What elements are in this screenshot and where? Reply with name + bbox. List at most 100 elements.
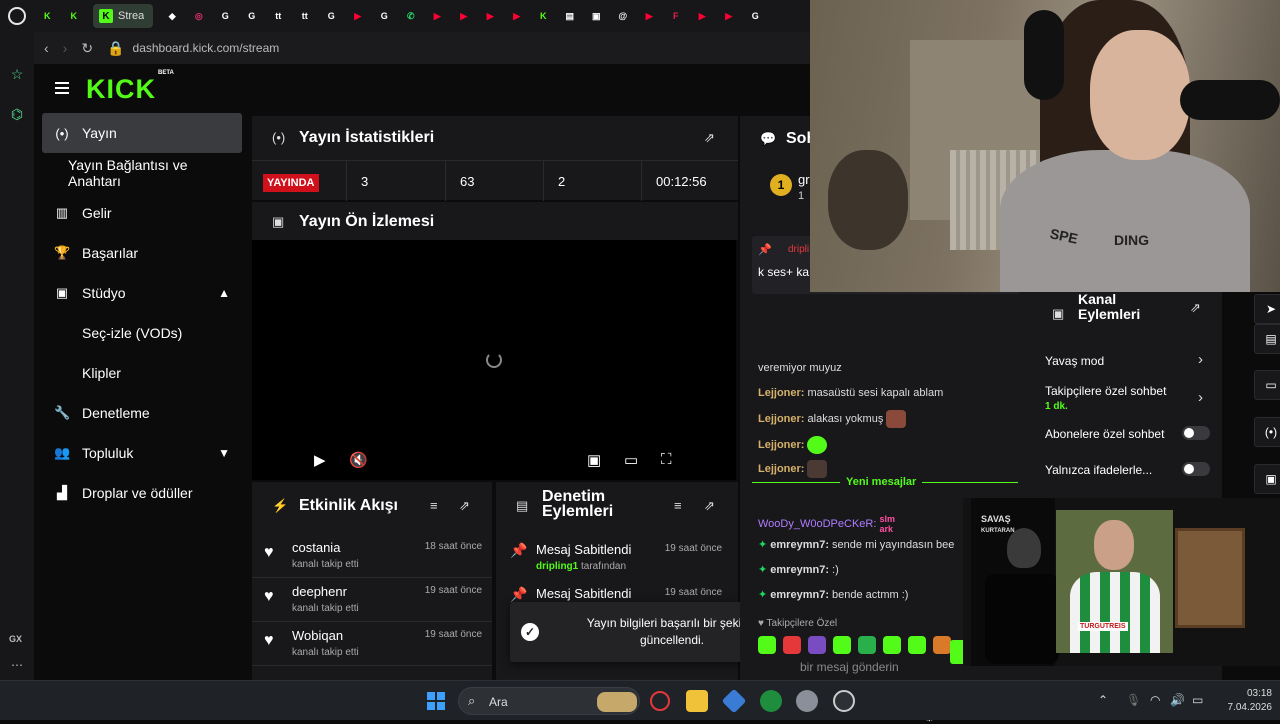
list-item[interactable]: 📌 Mesaj Sabitlendi dripling1 tarafından … <box>496 536 736 580</box>
slow-mode-row[interactable]: Yavaş mod <box>1045 354 1104 368</box>
app-icon[interactable] <box>721 688 747 714</box>
browser-tab[interactable]: K <box>61 0 88 32</box>
browser-tab[interactable]: ▶ <box>716 0 743 32</box>
youtube-icon: ▶ <box>725 10 733 21</box>
emotes-only-toggle[interactable] <box>1182 462 1210 476</box>
filter-icon[interactable]: ≡ <box>674 498 682 513</box>
opera-logo-icon[interactable] <box>0 0 34 32</box>
battery-icon[interactable]: ▭ <box>1192 693 1203 707</box>
browser-tab[interactable]: tt <box>265 0 292 32</box>
chat-icon: 💬 <box>760 131 777 146</box>
browser-tab[interactable]: K <box>34 0 61 32</box>
activity-title: Etkinlik Akışı <box>299 497 398 514</box>
popout-icon[interactable]: ⇗ <box>704 130 715 146</box>
browser-tab[interactable]: G <box>742 0 769 32</box>
gx-label[interactable]: GX <box>9 634 22 644</box>
wifi-icon[interactable]: ◠ <box>1150 693 1160 707</box>
popout-icon[interactable]: ⇗ <box>459 498 470 514</box>
browser-tab[interactable]: @ <box>610 0 637 32</box>
browser-tab[interactable]: ◆ <box>159 0 186 32</box>
theater-icon[interactable]: ▭ <box>624 451 638 469</box>
browser-tab[interactable]: ▶ <box>424 0 451 32</box>
subscribers-only-row: Abonelere özel sohbet <box>1045 427 1164 441</box>
browser-tab[interactable]: ▶ <box>451 0 478 32</box>
quick-action-button[interactable]: ▭ <box>1254 370 1280 400</box>
file-explorer-icon[interactable] <box>686 690 708 712</box>
more-icon[interactable]: ⋯ <box>11 658 23 672</box>
browser-tab[interactable]: tt <box>292 0 319 32</box>
nav-item-revenue[interactable]: ▥ Gelir <box>42 193 242 233</box>
menu-icon[interactable] <box>55 82 69 94</box>
filter-icon[interactable]: ≡ <box>430 498 438 513</box>
stream-preview[interactable]: ▶ 🔇 ▣ ▭ ⛶ <box>252 240 736 480</box>
list-item[interactable]: ♥ deephenr kanalı takip etti 19 saat önc… <box>252 578 492 622</box>
nav-item-community[interactable]: 👥 Topluluk ▼ <box>42 433 242 473</box>
taskbar-search[interactable]: ⌕ Ara <box>458 687 640 715</box>
browser-tab[interactable]: ▶ <box>504 0 531 32</box>
pip-icon[interactable]: ▣ <box>587 451 601 469</box>
nav-item-vods[interactable]: Seç-izle (VODs) <box>42 313 242 353</box>
badge-icon: ✦ <box>758 589 768 601</box>
star-icon[interactable]: ☆ <box>9 66 25 82</box>
title-line: Kanal <box>1078 291 1117 307</box>
app-icon[interactable] <box>833 690 855 712</box>
nav-item-studio[interactable]: ▣ Stüdyo ▲ <box>42 273 242 313</box>
play-icon[interactable]: ▶ <box>314 451 326 469</box>
browser-tab[interactable]: ▤ <box>557 0 584 32</box>
nav-item-stream-key[interactable]: Yayın Bağlantısı ve Anahtarı <box>42 153 242 193</box>
browser-tab[interactable]: ▣ <box>583 0 610 32</box>
microphone-icon[interactable]: 🎙 <box>1126 693 1141 707</box>
popout-icon[interactable]: ⇗ <box>1190 300 1201 316</box>
browser-tab[interactable]: G <box>371 0 398 32</box>
nav-item-moderation[interactable]: 🔧 Denetleme <box>42 393 242 433</box>
browser-tab[interactable]: K <box>530 0 557 32</box>
nav-item-clips[interactable]: Klipler <box>42 353 242 393</box>
browser-tab[interactable]: ▶ <box>636 0 663 32</box>
quick-action-button[interactable]: ➤ <box>1254 294 1280 324</box>
quick-action-button[interactable]: (•) <box>1254 417 1280 447</box>
url-field[interactable]: dashboard.kick.com/stream <box>133 41 280 55</box>
app-icon[interactable] <box>760 690 782 712</box>
nav-item-stream[interactable]: (•) Yayın <box>42 113 242 153</box>
chat-text: bende actmm :) <box>828 589 909 601</box>
volume-icon[interactable]: 🔊 <box>1170 693 1185 707</box>
subscribers-only-toggle[interactable] <box>1182 426 1210 440</box>
browser-tab[interactable]: ▶ <box>689 0 716 32</box>
browser-tab[interactable]: ▶ <box>477 0 504 32</box>
browser-tab[interactable]: G <box>318 0 345 32</box>
settings-icon[interactable] <box>796 690 818 712</box>
quick-action-button[interactable]: ▤ <box>1254 324 1280 354</box>
browser-tab[interactable]: ▶ <box>345 0 372 32</box>
browser-tab[interactable]: G <box>239 0 266 32</box>
list-item[interactable]: ♥ costania kanalı takip etti 18 saat önc… <box>252 534 492 578</box>
fullscreen-icon[interactable]: ⛶ <box>661 451 672 468</box>
opera-gx-icon[interactable] <box>650 691 670 711</box>
nav-item-drops[interactable]: ▟ Droplar ve ödüller <box>42 473 242 513</box>
pinned-user: dripli <box>788 244 810 255</box>
chat-user: Lejjoner: <box>758 438 805 451</box>
taskbar-clock[interactable]: 03:18 7.04.2026 <box>1222 687 1273 715</box>
followers-only-row[interactable]: Takipçilere özel sohbet 1 dk. <box>1045 384 1166 412</box>
aria-icon[interactable]: ⌬ <box>9 106 25 122</box>
chevron-up-icon[interactable]: ⌃ <box>1098 693 1108 707</box>
nav-label: Droplar ve ödüller <box>82 485 193 501</box>
popout-icon[interactable]: ⇗ <box>704 498 715 514</box>
nav-item-achievements[interactable]: 🏆 Başarılar <box>42 233 242 273</box>
reload-icon[interactable]: ↻ <box>81 40 93 57</box>
browser-tab[interactable]: ✆ <box>398 0 425 32</box>
youtube-icon: ▶ <box>645 10 653 21</box>
mute-icon[interactable]: 🔇 <box>349 451 368 469</box>
browser-tab[interactable]: ◎ <box>186 0 213 32</box>
browser-tab[interactable]: F <box>663 0 690 32</box>
browser-tab[interactable]: G <box>212 0 239 32</box>
back-icon[interactable]: ‹ <box>44 40 49 56</box>
windows-start-icon[interactable] <box>427 692 445 710</box>
active-tab[interactable]: K Strea <box>93 4 153 28</box>
timestamp: 19 saat önce <box>664 587 722 598</box>
quick-action-button[interactable]: ▣ <box>1254 464 1280 494</box>
title-line: Eylemleri <box>1078 306 1141 322</box>
heart-icon: ♥ <box>264 588 274 605</box>
forward-icon[interactable]: › <box>63 40 68 56</box>
list-item[interactable]: ♥ Wobiqan kanalı takip etti 19 saat önce <box>252 622 492 666</box>
kick-logo[interactable]: KICKBETA <box>86 70 174 105</box>
